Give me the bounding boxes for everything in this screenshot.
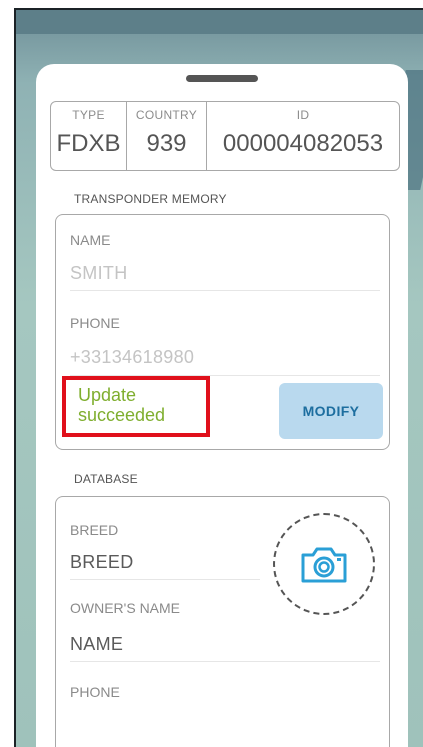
country-value: 939 [146, 130, 187, 157]
country-cell: COUNTRY 939 [127, 102, 207, 170]
photo-button[interactable] [273, 513, 375, 615]
database-title: DATABASE [74, 472, 138, 486]
type-value: FDXB [56, 130, 121, 157]
modify-button[interactable]: MODIFY [279, 383, 383, 439]
breed-label: BREED [70, 522, 119, 538]
database-phone-label: PHONE [70, 684, 120, 700]
name-field[interactable]: SMITH [70, 263, 128, 284]
status-bar-area [16, 10, 423, 34]
phone-label: PHONE [70, 315, 120, 331]
sheet-drag-handle[interactable] [186, 75, 258, 82]
name-underline [70, 290, 380, 291]
type-cell: TYPE FDXB [51, 102, 127, 170]
phone-field[interactable]: +33134618980 [70, 347, 194, 368]
breed-field[interactable]: BREED [70, 552, 134, 573]
owner-name-field[interactable]: NAME [70, 634, 123, 655]
id-cell: ID 000004082053 [207, 102, 399, 170]
update-status-message: Update succeeded [62, 376, 210, 437]
id-value: 000004082053 [222, 130, 384, 157]
bottom-sheet: TYPE FDXB COUNTRY 939 ID 000004082053 TR… [36, 64, 408, 747]
owner-name-label: OWNER'S NAME [70, 600, 181, 616]
owner-name-underline [70, 661, 380, 662]
transponder-id-box: TYPE FDXB COUNTRY 939 ID 000004082053 [50, 101, 400, 171]
type-label: TYPE [72, 108, 105, 122]
camera-icon [301, 547, 347, 583]
breed-underline [70, 579, 260, 580]
name-label: NAME [70, 232, 111, 248]
device-frame: TYPE FDXB COUNTRY 939 ID 000004082053 TR… [0, 0, 423, 747]
country-label: COUNTRY [135, 108, 198, 122]
transponder-memory-title: TRANSPONDER MEMORY [74, 192, 227, 206]
id-label: ID [296, 108, 310, 122]
